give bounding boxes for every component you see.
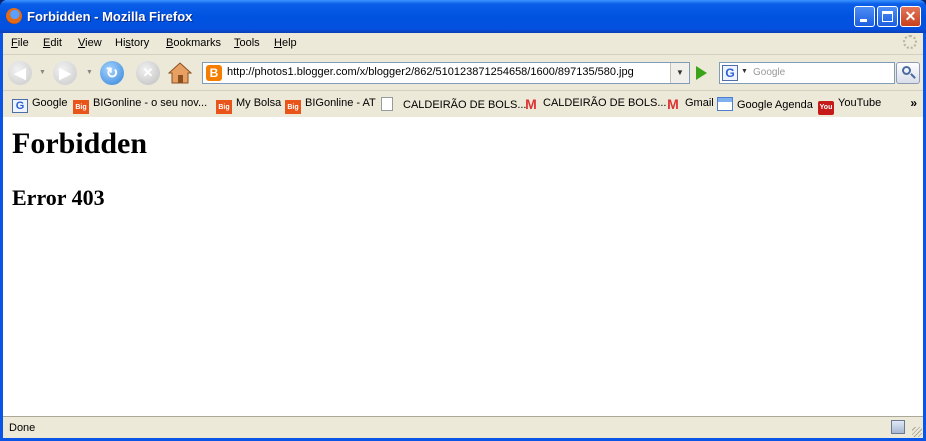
search-input[interactable]: Google [753, 67, 785, 78]
address-bar[interactable]: B http://photos1.blogger.com/x/blogger2/… [202, 62, 690, 84]
status-text: Done [9, 422, 36, 434]
bookmark-label: Google Agenda [737, 99, 813, 111]
bookmarks-toolbar: G Google Big BIGonline - o seu nov... Big M… [3, 90, 923, 118]
gmail-icon: M [525, 96, 537, 112]
bookmark-label: BIGonline - o seu nov... [93, 97, 208, 109]
back-button[interactable]: ◀ [8, 61, 32, 85]
bookmark-label: CALDEIRÃO DE BOLS... [543, 97, 667, 109]
google-icon: G [12, 99, 28, 113]
firefox-icon [6, 8, 22, 24]
big-icon: Big [216, 100, 232, 114]
google-engine-icon[interactable]: G [722, 65, 738, 81]
reload-icon: ↻ [105, 65, 119, 82]
magnifier-handle [910, 73, 916, 79]
bookmark-label: My Bolsa [236, 97, 282, 109]
bookmark-label: YouTube [838, 97, 882, 109]
menu-history[interactable]: History [115, 37, 149, 49]
menu-help[interactable]: Help [274, 37, 297, 49]
blogger-favicon-icon: B [206, 65, 222, 81]
more-bookmarks-chevron-icon[interactable]: » [910, 96, 917, 110]
bookmark-caldeirao-2[interactable]: M CALDEIRÃO DE BOLS... [523, 97, 666, 112]
bookmark-youtube[interactable]: You YouTube [818, 97, 881, 115]
search-button[interactable] [896, 62, 920, 84]
forward-button[interactable]: ▶ [53, 61, 77, 85]
bookmark-my-bolsa[interactable]: Big My Bolsa [216, 97, 281, 114]
search-box[interactable]: G ▼ Google [719, 62, 895, 84]
status-page-icon[interactable] [891, 420, 905, 434]
minimize-button[interactable] [854, 6, 875, 27]
stop-button[interactable]: ✕ [136, 61, 160, 85]
url-text: http://photos1.blogger.com/x/blogger2/86… [227, 66, 634, 78]
big-icon: Big [285, 100, 301, 114]
back-arrow-icon: ◀ [14, 65, 26, 82]
navigation-toolbar: ◀ ▼ ▶ ▼ ↻ ✕ B http://photos1.blogger.com… [3, 54, 923, 91]
bookmark-label: Gmail [685, 97, 714, 109]
stop-icon: ✕ [142, 65, 154, 80]
bookmark-bigonline[interactable]: Big BIGonline - o seu nov... [73, 97, 207, 114]
bookmark-google[interactable]: G Google [12, 97, 67, 113]
error-code-heading: Error 403 [12, 185, 105, 210]
browser-window: Forbidden - Mozilla Firefox ✕ File Edit … [0, 0, 926, 441]
youtube-icon: You [818, 101, 834, 115]
home-icon [167, 62, 193, 84]
url-history-dropdown[interactable]: ▼ [670, 63, 689, 83]
gmail-icon: M [667, 96, 679, 112]
resize-grip-icon[interactable] [912, 427, 922, 437]
menu-view[interactable]: View [78, 37, 102, 49]
go-arrow-icon [696, 66, 707, 80]
status-bar: Done [3, 416, 923, 439]
calendar-icon [717, 97, 733, 111]
window-title: Forbidden - Mozilla Firefox [27, 9, 193, 24]
menu-bookmarks[interactable]: Bookmarks [166, 37, 221, 49]
forward-history-dropdown[interactable]: ▼ [86, 69, 93, 76]
home-button[interactable] [167, 60, 193, 86]
menu-file[interactable]: File [11, 37, 29, 49]
title-bar[interactable]: Forbidden - Mozilla Firefox ✕ [0, 0, 926, 33]
close-icon: ✕ [904, 8, 917, 24]
bookmark-label: BIGonline - AT [305, 97, 376, 109]
bookmark-label: Google [32, 97, 68, 109]
bookmark-caldeirao-1[interactable]: CALDEIRÃO DE BOLS... [381, 97, 526, 111]
search-engine-dropdown[interactable]: ▼ [741, 68, 748, 75]
back-history-dropdown[interactable]: ▼ [39, 69, 46, 76]
menu-edit[interactable]: Edit [43, 37, 62, 49]
throbber-icon [903, 35, 917, 49]
menu-tools[interactable]: Tools [234, 37, 260, 49]
page-icon [381, 97, 393, 111]
go-button[interactable] [691, 63, 711, 83]
bookmark-label: CALDEIRÃO DE BOLS... [403, 99, 527, 111]
page-content: Forbidden Error 403 [3, 117, 923, 416]
bookmark-gmail[interactable]: M Gmail [665, 97, 714, 112]
close-button[interactable]: ✕ [900, 6, 921, 27]
bookmark-google-agenda[interactable]: Google Agenda [717, 97, 813, 111]
page-heading: Forbidden [12, 127, 148, 160]
forward-arrow-icon: ▶ [59, 65, 71, 82]
maximize-button[interactable] [877, 6, 898, 27]
menu-bar: File Edit View History Bookmarks Tools H… [3, 33, 923, 54]
big-icon: Big [73, 100, 89, 114]
bookmark-bigonline-at[interactable]: Big BIGonline - AT [285, 97, 376, 114]
reload-button[interactable]: ↻ [100, 61, 124, 85]
